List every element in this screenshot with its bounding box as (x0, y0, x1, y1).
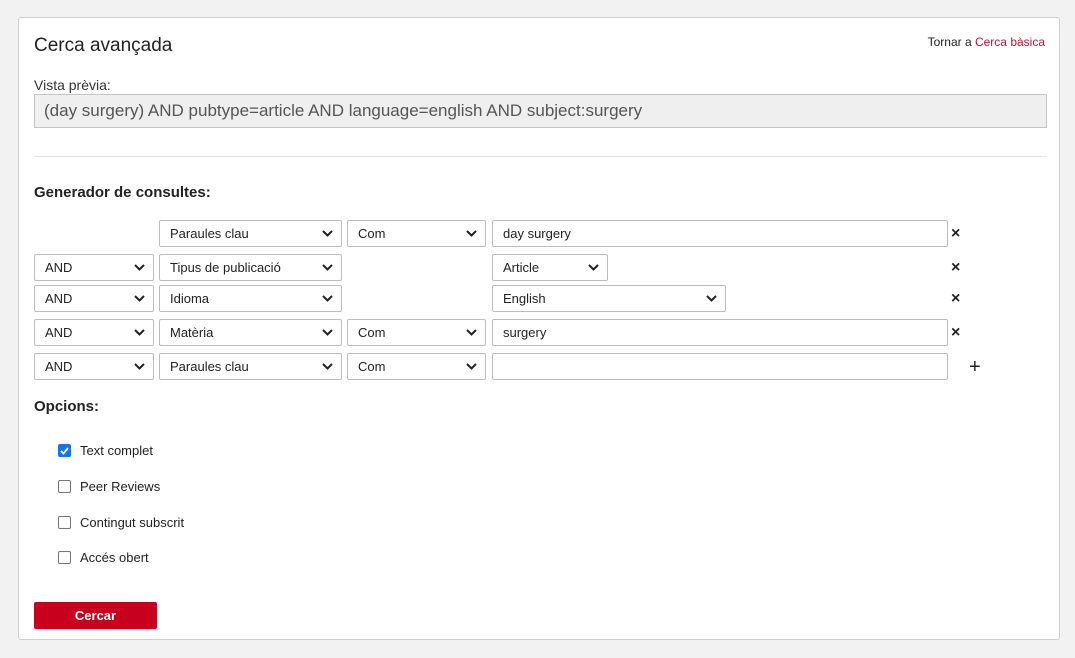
chevron-down-icon (322, 320, 333, 345)
option-label: Text complet (80, 443, 153, 458)
chevron-down-icon (322, 255, 333, 280)
boolean-operator-value: AND (45, 260, 73, 275)
match-mode-value: Com (358, 359, 386, 374)
checkbox-unchecked[interactable] (58, 480, 71, 493)
query-preview: (day surgery) AND pubtype=article AND la… (34, 94, 1047, 128)
boolean-operator-select[interactable]: AND (34, 254, 154, 281)
remove-row-icon[interactable]: × (951, 260, 960, 276)
chevron-down-icon (134, 320, 145, 345)
chevron-down-icon (466, 354, 477, 379)
chevron-down-icon (588, 255, 599, 280)
boolean-operator-value: AND (45, 359, 73, 374)
field-select[interactable]: Idioma (159, 285, 342, 312)
option-label: Accés obert (80, 550, 149, 565)
chevron-down-icon (322, 354, 333, 379)
boolean-operator-select[interactable]: AND (34, 285, 154, 312)
publication-type-value: Article (503, 260, 540, 275)
basic-search-link[interactable]: Cerca bàsica (975, 35, 1045, 49)
page-title: Cerca avançada (34, 35, 173, 56)
boolean-operator-value: AND (45, 291, 73, 306)
chevron-down-icon (466, 221, 477, 246)
language-select[interactable]: English (492, 285, 726, 312)
checkbox-unchecked[interactable] (58, 551, 71, 564)
search-term-input[interactable] (492, 353, 948, 380)
chevron-down-icon (706, 286, 717, 311)
match-mode-select[interactable]: Com (347, 220, 486, 247)
option-open-access[interactable]: Accés obert (58, 550, 149, 565)
field-select-value: Paraules clau (170, 359, 249, 374)
match-mode-select[interactable]: Com (347, 319, 486, 346)
option-peer-reviews[interactable]: Peer Reviews (58, 479, 160, 494)
check-icon (60, 446, 69, 455)
search-button[interactable]: Cercar (34, 602, 157, 629)
remove-row-icon[interactable]: × (951, 325, 960, 341)
field-select[interactable]: Paraules clau (159, 353, 342, 380)
remove-row-icon[interactable]: × (951, 226, 960, 242)
field-select-value: Matèria (170, 325, 214, 340)
match-mode-select[interactable]: Com (347, 353, 486, 380)
chevron-down-icon (322, 286, 333, 311)
chevron-down-icon (134, 255, 145, 280)
search-term-input[interactable]: day surgery (492, 220, 948, 247)
boolean-operator-select[interactable]: AND (34, 319, 154, 346)
checkbox-checked[interactable] (58, 444, 71, 457)
match-mode-value: Com (358, 226, 386, 241)
chevron-down-icon (466, 320, 477, 345)
option-full-text[interactable]: Text complet (58, 443, 153, 458)
publication-type-select[interactable]: Article (492, 254, 608, 281)
boolean-operator-value: AND (45, 325, 73, 340)
chevron-down-icon (134, 354, 145, 379)
back-prefix: Tornar a (927, 35, 972, 49)
options-heading: Opcions: (34, 398, 100, 415)
field-select-value: Idioma (170, 291, 210, 306)
option-label: Contingut subscrit (80, 515, 185, 530)
chevron-down-icon (134, 286, 145, 311)
divider (34, 156, 1047, 157)
back-to-basic-search: Tornar a Cerca bàsica (928, 35, 1045, 49)
option-subscribed-content[interactable]: Contingut subscrit (58, 515, 184, 530)
field-select[interactable]: Tipus de publicació (159, 254, 342, 281)
field-select-value: Paraules clau (170, 226, 249, 241)
field-select-value: Tipus de publicació (170, 260, 281, 275)
preview-label: Vista prèvia: (34, 77, 111, 93)
advanced-search-panel: Cerca avançada Tornar a Cerca bàsica Vis… (18, 17, 1060, 640)
search-term-input[interactable]: surgery (492, 319, 948, 346)
query-builder-heading: Generador de consultes: (34, 184, 211, 201)
remove-row-icon[interactable]: × (951, 291, 960, 307)
language-value: English (503, 291, 546, 306)
add-row-icon[interactable]: + (969, 357, 981, 377)
field-select[interactable]: Matèria (159, 319, 342, 346)
boolean-operator-select[interactable]: AND (34, 353, 154, 380)
match-mode-value: Com (358, 325, 386, 340)
chevron-down-icon (322, 221, 333, 246)
option-label: Peer Reviews (80, 479, 161, 494)
checkbox-unchecked[interactable] (58, 516, 71, 529)
field-select[interactable]: Paraules clau (159, 220, 342, 247)
